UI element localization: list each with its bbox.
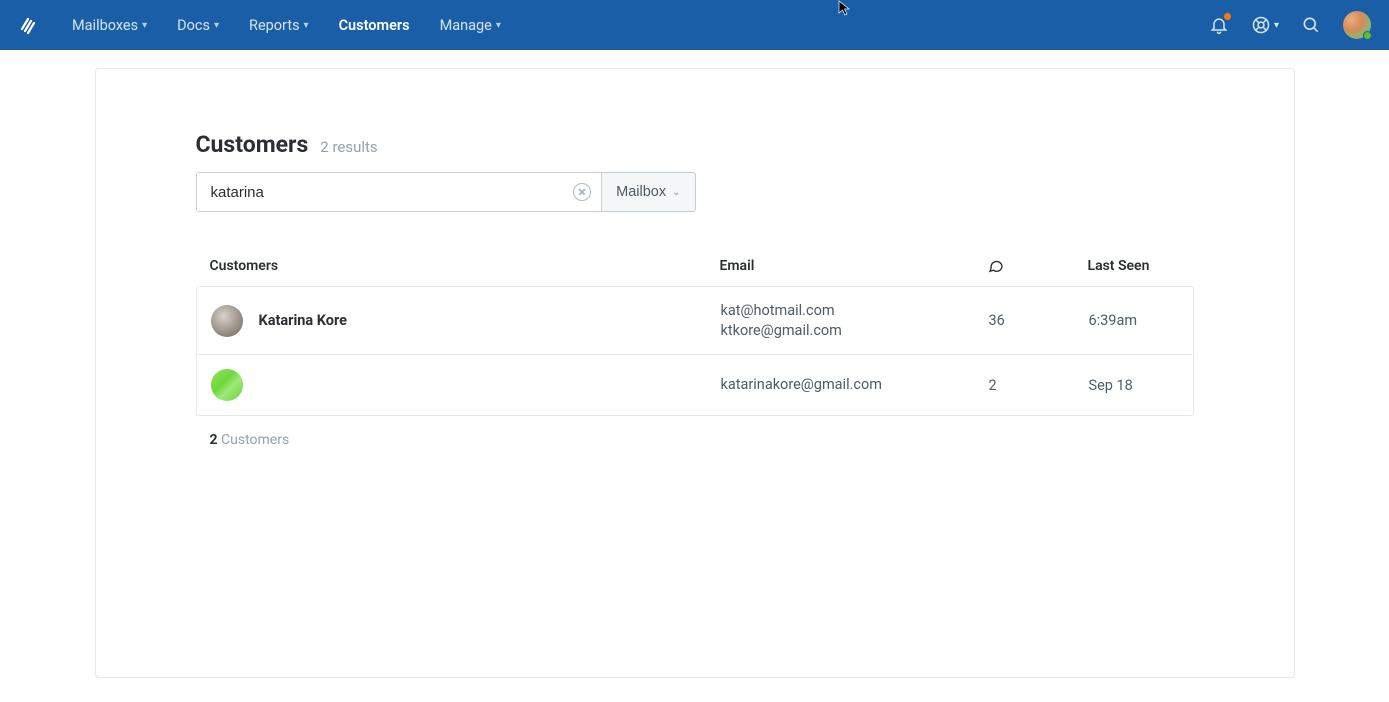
nav-label: Reports	[249, 17, 300, 34]
conversation-count: 2	[989, 377, 1089, 394]
nav-customers[interactable]: Customers	[329, 11, 420, 40]
customer-emails: kat@hotmail.com ktkore@gmail.com	[721, 301, 989, 340]
chevron-down-icon: ▾	[142, 20, 147, 31]
nav-docs[interactable]: Docs ▾	[167, 11, 229, 40]
chevron-down-icon: ▾	[496, 20, 501, 31]
footer-count-number: 2	[210, 432, 218, 448]
search-filter-row: Mailbox ⌄	[196, 172, 696, 212]
clear-search-button[interactable]	[573, 183, 591, 201]
table-row[interactable]: katarinakore@gmail.com 2 Sep 18	[197, 355, 1193, 415]
last-seen: 6:39am	[1089, 312, 1179, 329]
app-logo[interactable]	[18, 14, 40, 36]
top-navbar: Mailboxes ▾ Docs ▾ Reports ▾ Customers M…	[0, 0, 1389, 50]
table-row[interactable]: Katarina Kore kat@hotmail.com ktkore@gma…	[197, 287, 1193, 355]
last-seen: Sep 18	[1089, 377, 1179, 394]
chat-bubble-icon	[988, 258, 1004, 274]
customer-avatar	[211, 369, 243, 401]
th-conversations[interactable]	[988, 258, 1088, 274]
th-email[interactable]: Email	[720, 258, 988, 274]
customer-name: Katarina Kore	[259, 312, 348, 329]
avatar-image	[1343, 11, 1371, 39]
results-count: 2 results	[320, 138, 377, 156]
nav-reports[interactable]: Reports ▾	[239, 11, 319, 40]
nav-mailboxes[interactable]: Mailboxes ▾	[62, 11, 157, 40]
table-header: Customers Email Last Seen	[196, 258, 1194, 286]
main-content-card: Customers 2 results Mailbox ⌄ Customers …	[95, 68, 1295, 678]
chevron-down-icon: ▾	[214, 20, 219, 31]
nav-manage[interactable]: Manage ▾	[430, 11, 511, 40]
page-title: Customers	[196, 131, 309, 158]
help-button[interactable]: ▾	[1251, 15, 1279, 35]
page-header: Customers 2 results	[196, 131, 1194, 158]
mailbox-filter-button[interactable]: Mailbox ⌄	[602, 172, 695, 212]
customer-email: katarinakore@gmail.com	[721, 375, 989, 395]
th-customers[interactable]: Customers	[210, 258, 720, 274]
online-status-icon	[1363, 31, 1372, 40]
nav-label: Docs	[177, 17, 210, 34]
nav-label: Customers	[339, 17, 410, 34]
table-footer-count: 2 Customers	[196, 432, 1194, 448]
nav-label: Manage	[440, 17, 492, 34]
mailbox-filter-label: Mailbox	[616, 184, 666, 200]
user-avatar[interactable]	[1343, 11, 1371, 39]
chevron-down-icon: ▾	[1274, 20, 1279, 31]
chevron-down-icon: ⌄	[672, 187, 680, 198]
search-input-wrap	[196, 172, 603, 212]
customer-email: ktkore@gmail.com	[721, 321, 989, 341]
customers-table: Customers Email Last Seen Katarina Kore …	[196, 258, 1194, 416]
chevron-down-icon: ▾	[304, 20, 309, 31]
customer-email: kat@hotmail.com	[721, 301, 989, 321]
conversation-count: 36	[989, 312, 1089, 329]
customer-emails: katarinakore@gmail.com	[721, 375, 989, 395]
search-input[interactable]	[211, 184, 562, 201]
footer-count-label: Customers	[221, 432, 289, 448]
search-button[interactable]	[1301, 15, 1321, 35]
table-body: Katarina Kore kat@hotmail.com ktkore@gma…	[196, 286, 1194, 416]
header-actions: ▾	[1209, 11, 1371, 39]
nav-label: Mailboxes	[72, 17, 138, 34]
notifications-button[interactable]	[1209, 15, 1229, 35]
notification-dot-icon	[1223, 12, 1232, 21]
th-last-seen[interactable]: Last Seen	[1088, 258, 1180, 274]
customer-avatar	[211, 305, 243, 337]
primary-nav: Mailboxes ▾ Docs ▾ Reports ▾ Customers M…	[62, 11, 511, 40]
